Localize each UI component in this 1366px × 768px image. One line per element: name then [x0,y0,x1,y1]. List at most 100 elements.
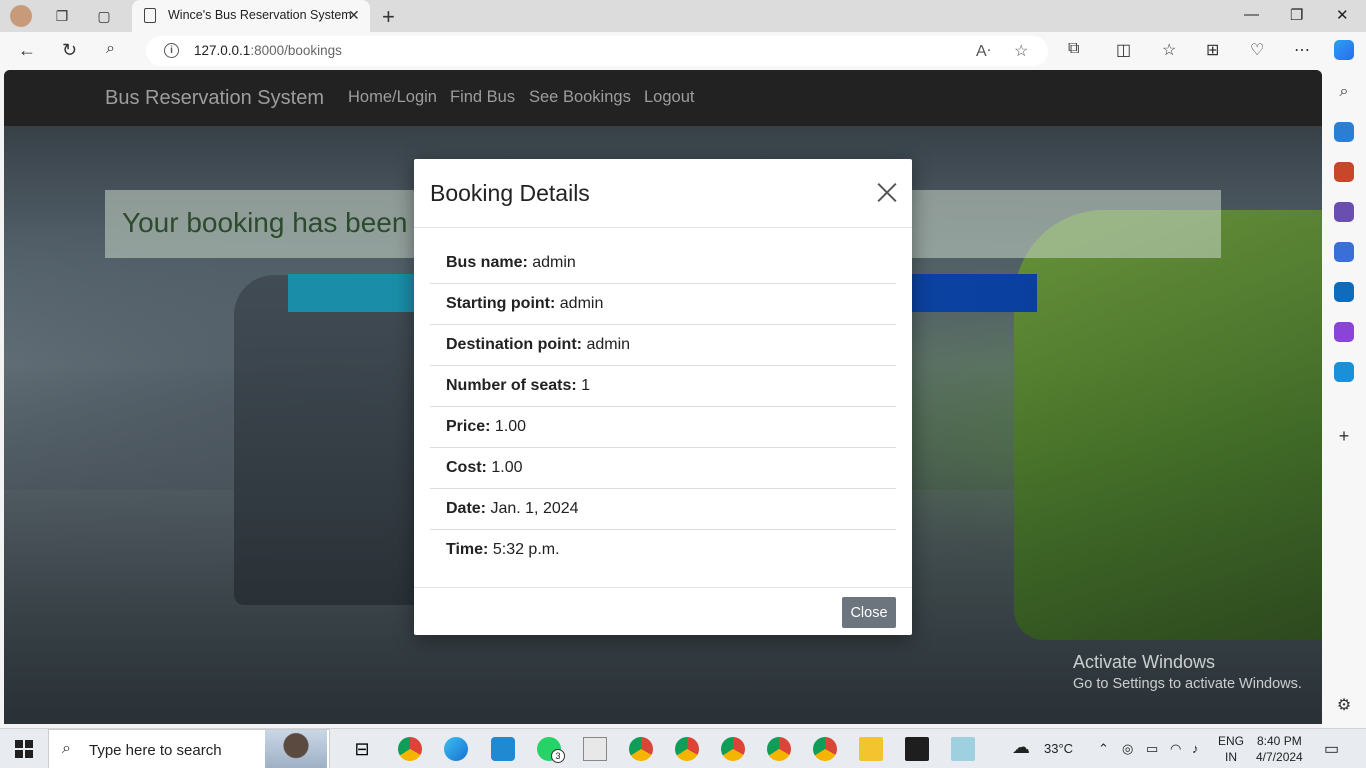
detail-value: admin [532,254,576,271]
address-bar[interactable]: i 127.0.0.1:8000/bookings Aᐧ ☆ [146,36,1048,66]
show-hidden-icons-chevron-icon[interactable]: ⌃ [1098,741,1109,757]
temperature[interactable]: 33°C [1044,741,1073,756]
back-arrow-icon[interactable]: ← [18,40,36,61]
file-explorer-icon[interactable] [859,737,883,761]
detail-label: Starting point: [446,295,556,312]
detail-starting-point: Starting point: admin [430,284,896,325]
windows-taskbar: ⌕ Type here to search ⊟ 3 ☁ 33°C ⌃ ◎ ▭ ◠… [0,728,1366,768]
refresh-icon[interactable]: ↻ [62,40,77,61]
edge-sidebar: ⌕ + ⚙ [1322,70,1366,728]
tab-title: Wince's Bus Reservation System [168,8,352,22]
detail-bus-name: Bus name: admin [430,243,896,284]
modal-header: Booking Details [414,159,912,228]
restore-icon[interactable]: ❐ [1290,6,1303,24]
notepad-app-icon[interactable] [951,737,975,761]
watermark-title: Activate Windows [1073,652,1216,672]
modal-close-icon[interactable] [876,181,898,203]
language-indicator[interactable]: ENG IN [1218,733,1244,765]
start-button[interactable] [15,740,33,758]
detail-label: Number of seats: [446,377,577,394]
page-icon [144,8,156,23]
profile-avatar[interactable] [10,5,32,27]
nav-home-login[interactable]: Home/Login [348,88,437,107]
detail-value: admin [586,336,631,353]
chrome-profile-5-icon[interactable] [767,737,791,761]
volume-icon[interactable]: ♪ [1192,741,1199,756]
camera-icon[interactable]: ◎ [1122,741,1133,757]
url-host: 127.0.0.1 [194,43,251,58]
notification-icon[interactable]: ▭ [1324,739,1339,759]
sidebar-search-icon[interactable]: ⌕ [1334,82,1354,102]
close-button[interactable]: Close [842,597,896,628]
terminal-app-icon[interactable] [905,737,929,761]
detail-label: Date: [446,500,487,517]
edge-app-icon[interactable] [444,737,468,761]
booking-details-modal: Booking Details Bus name: admin Starting… [414,159,912,635]
extensions-icon[interactable]: ⧉ [1068,40,1079,58]
workspaces-icon[interactable]: ❐ [51,5,73,27]
active-tab[interactable]: Wince's Bus Reservation System ✕ [132,0,370,32]
vscode-app-icon[interactable] [491,737,515,761]
more-menu-icon[interactable]: ⋯ [1294,40,1310,60]
nav-find-bus[interactable]: Find Bus [450,88,515,107]
chrome-profile-6-icon[interactable] [813,737,837,761]
detail-value: 1 [581,377,591,394]
sidebar-drop-icon[interactable] [1334,362,1354,382]
new-tab-button[interactable]: + [382,4,395,30]
sidebar-add-icon[interactable]: + [1334,426,1354,446]
minimize-icon[interactable]: — [1244,6,1259,23]
file-app-icon[interactable] [583,737,607,761]
detail-value: Jan. 1, 2024 [490,500,579,517]
tab-close-icon[interactable]: ✕ [348,7,360,24]
chrome-profile-2-icon[interactable] [629,737,653,761]
detail-value: admin [559,295,604,312]
detail-label: Bus name: [446,254,528,271]
copilot-icon[interactable] [1334,40,1354,60]
activate-windows-watermark: Activate Windows Go to Settings to activ… [1073,652,1302,692]
nav-logout[interactable]: Logout [644,88,694,107]
details-list: Bus name: admin Starting point: admin De… [430,243,896,571]
wifi-icon[interactable]: ◠ [1170,741,1181,757]
sidebar-designer-icon[interactable] [1334,322,1354,342]
task-view-icon[interactable]: ⊟ [350,737,374,761]
url-text[interactable]: 127.0.0.1:8000/bookings [194,43,342,58]
sidebar-m365-icon[interactable] [1334,242,1354,262]
collections-icon[interactable]: ⊞ [1206,40,1219,60]
window-close-icon[interactable]: ✕ [1336,6,1349,24]
modal-footer: Close [414,587,912,635]
read-aloud-icon[interactable]: Aᐧ [976,41,991,61]
chrome-app-icon[interactable] [398,737,422,761]
detail-date: Date: Jan. 1, 2024 [430,489,896,530]
tab-actions-icon[interactable]: ▢ [93,5,115,27]
browser-essentials-icon[interactable]: ♡ [1250,40,1264,60]
battery-icon[interactable]: ▭ [1146,741,1158,757]
clock-date: 4/7/2024 [1256,750,1303,764]
background-bus-left [234,275,424,605]
sidebar-shopping-icon[interactable] [1334,122,1354,142]
taskbar-search[interactable]: ⌕ Type here to search [48,729,330,768]
favorites-icon[interactable]: ☆ [1162,40,1176,60]
detail-number-of-seats: Number of seats: 1 [430,366,896,407]
chrome-profile-4-icon[interactable] [721,737,745,761]
search-placeholder: Type here to search [89,742,222,759]
nav-see-bookings[interactable]: See Bookings [529,88,631,107]
sidebar-settings-icon[interactable]: ⚙ [1334,696,1354,716]
favorite-star-icon[interactable]: ☆ [1014,41,1028,61]
system-clock[interactable]: 8:40 PM 4/7/2024 [1256,733,1303,765]
site-brand[interactable]: Bus Reservation System [105,87,324,110]
language-code: ENG [1218,734,1245,748]
chrome-profile-3-icon[interactable] [675,737,699,761]
sidebar-tools-icon[interactable] [1334,162,1354,182]
weather-cloud-icon[interactable]: ☁ [1012,737,1030,758]
search-highlight-art [265,730,327,768]
search-icon[interactable]: ⌕ [106,40,115,58]
site-info-icon[interactable]: i [164,43,179,58]
alert-text: Your booking has been [122,207,408,238]
whatsapp-app-icon[interactable]: 3 [537,737,565,763]
detail-value: 1.00 [494,418,527,435]
watermark-subtitle: Go to Settings to activate Windows. [1073,676,1302,692]
sidebar-outlook-icon[interactable] [1334,282,1354,302]
detail-cost: Cost: 1.00 [430,448,896,489]
split-screen-icon[interactable]: ◫ [1116,40,1131,60]
sidebar-games-icon[interactable] [1334,202,1354,222]
